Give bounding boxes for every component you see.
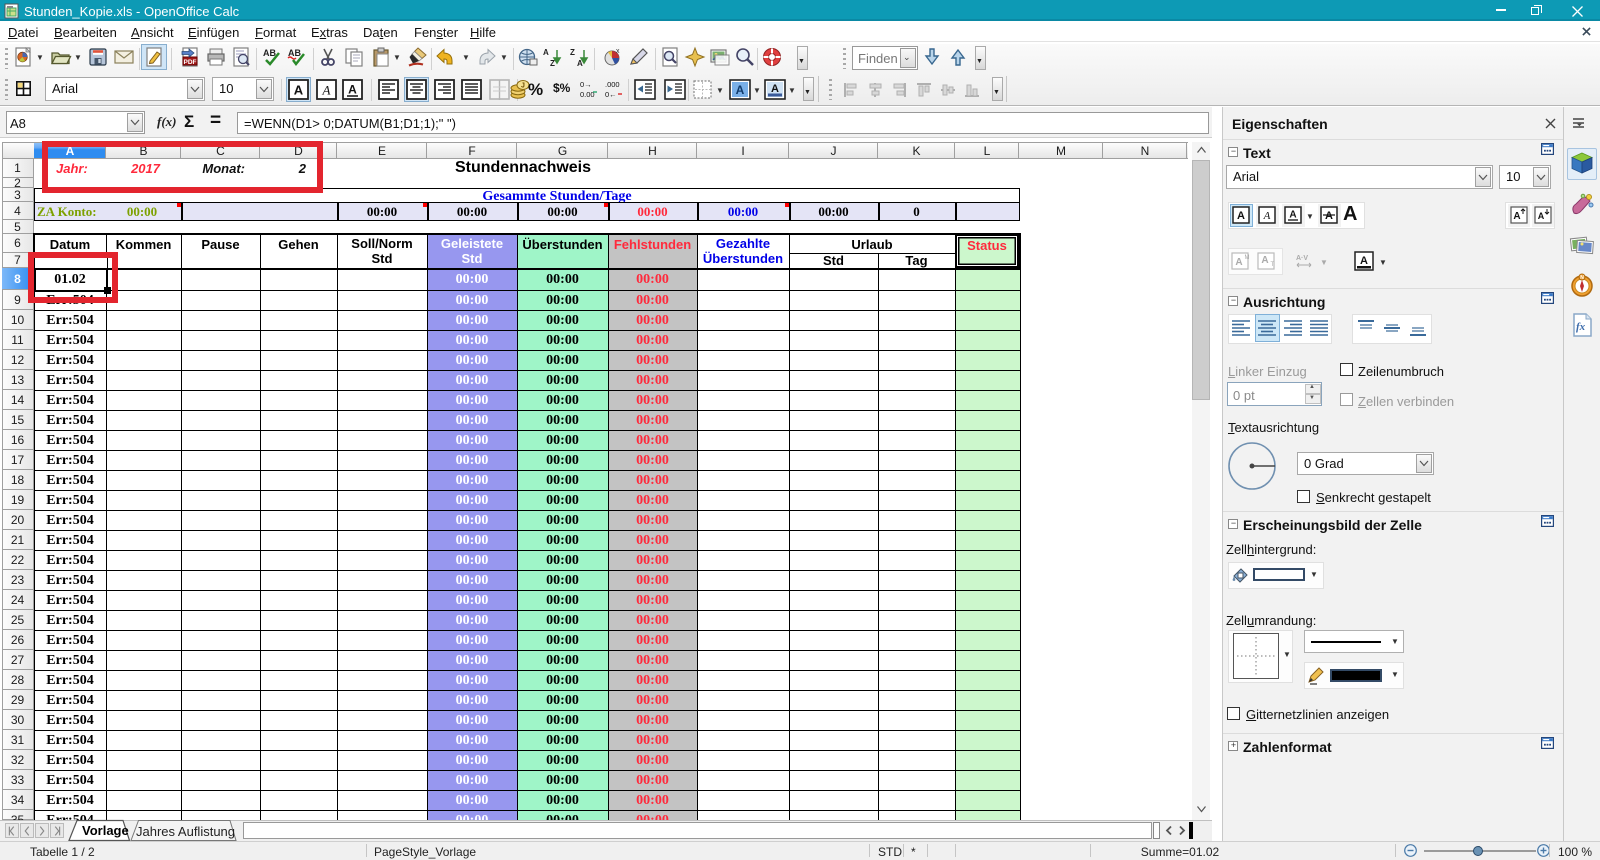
- svg-text:A: A: [1237, 210, 1245, 222]
- svg-text:A: A: [348, 83, 357, 97]
- svg-text:x: x: [616, 48, 620, 55]
- svg-text:A: A: [1325, 210, 1333, 222]
- svg-text:A: A: [1261, 255, 1268, 266]
- svg-text:A: A: [543, 48, 549, 57]
- svg-text:A: A: [294, 83, 304, 98]
- svg-text:A: A: [1513, 211, 1520, 222]
- svg-text:fx: fx: [1576, 321, 1586, 333]
- svg-text:A: A: [1538, 211, 1545, 221]
- svg-text:N: N: [1580, 275, 1584, 281]
- svg-text:0→: 0→: [580, 80, 592, 89]
- svg-text:0.00: 0.00: [580, 90, 595, 99]
- svg-text:Z: Z: [550, 59, 555, 68]
- svg-text:A·V: A·V: [1296, 255, 1308, 262]
- svg-text:T: T: [1271, 262, 1275, 268]
- svg-text:A: A: [1263, 210, 1271, 222]
- svg-text:A: A: [771, 83, 779, 95]
- svg-text:.000: .000: [605, 80, 620, 89]
- svg-text:A: A: [1235, 257, 1242, 268]
- svg-text:A: A: [322, 83, 331, 98]
- svg-text:J: J: [521, 83, 525, 90]
- svg-text:A: A: [1289, 210, 1296, 221]
- svg-text:A: A: [736, 83, 745, 97]
- svg-text:PDF: PDF: [184, 59, 197, 66]
- svg-text:Z: Z: [570, 48, 575, 57]
- svg-text:M: M: [1245, 255, 1250, 261]
- svg-text:0←: 0←: [605, 90, 617, 99]
- svg-text:AB: AB: [263, 48, 276, 58]
- svg-text:A: A: [1360, 255, 1368, 267]
